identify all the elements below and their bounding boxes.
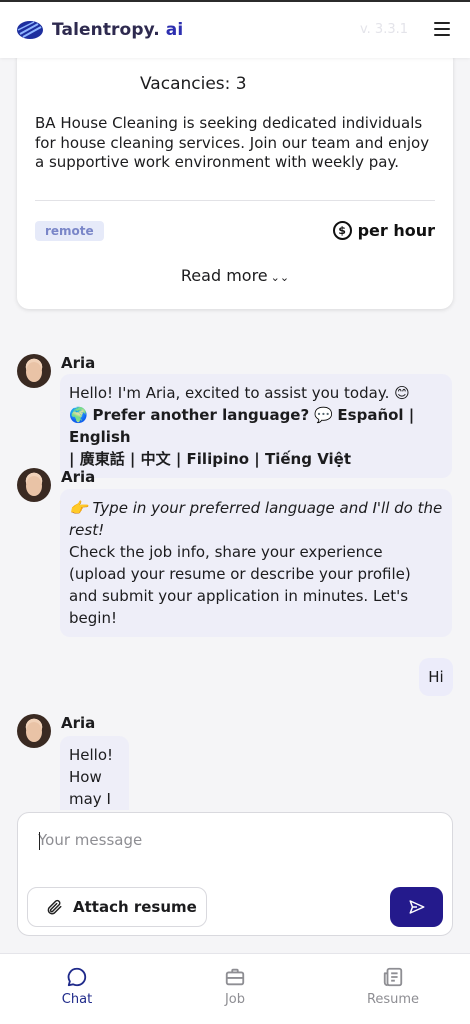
message-composer: Attach resume	[17, 812, 453, 936]
nav-item-resume[interactable]: Resume	[333, 966, 453, 1007]
bottom-nav: Chat Job Resume	[0, 953, 470, 1024]
message-italic: 👉 Type in your preferred language and I'…	[69, 499, 443, 539]
message-line: Hello! I'm Aria, excited to assist you t…	[69, 384, 410, 402]
message-input[interactable]	[38, 831, 418, 849]
vacancies-count: Vacancies: 3	[140, 74, 247, 94]
double-chevron-down-icon: ⌄⌄	[270, 271, 290, 284]
read-more-label: Read more	[180, 266, 268, 285]
send-button[interactable]	[390, 887, 443, 927]
message-line: | 廣東話 | 中文 | Filipino | Tiếng Việt	[69, 448, 443, 470]
read-more-button[interactable]: Read more ⌄⌄	[17, 266, 453, 285]
sender-name: Aria	[61, 354, 96, 372]
avatar	[17, 354, 51, 388]
send-icon	[409, 900, 424, 914]
message-bubble: Hello! I'm Aria, excited to assist you t…	[60, 374, 452, 478]
nav-label: Chat	[61, 992, 93, 1007]
message-body: Check the job info, share your experienc…	[69, 543, 411, 627]
language-options[interactable]: | 廣東話 | 中文 | Filipino | Tiếng Việt	[69, 450, 351, 468]
nav-item-job[interactable]: Job	[175, 966, 295, 1007]
newspaper-icon	[383, 967, 403, 987]
message-line: 🌍 Prefer another language? 💬 Español | E…	[69, 406, 415, 446]
attach-resume-button[interactable]: Attach resume	[27, 887, 207, 927]
top-bar: Talentropy. ai v. 3.3.1	[0, 0, 470, 58]
message-body: Hello! How may I assist you today?	[69, 746, 114, 808]
nav-label: Resume	[366, 992, 420, 1007]
message-bubble: 👉 Type in your preferred language and I'…	[60, 489, 452, 637]
nav-label: Job	[224, 992, 246, 1007]
paperclip-icon	[47, 899, 62, 915]
divider	[35, 200, 435, 201]
hamburger-menu-icon[interactable]	[434, 22, 450, 36]
version-label: v. 3.3.1	[359, 22, 408, 37]
brand-name: Talentropy. ai	[52, 20, 184, 40]
chat-bubble-icon	[67, 967, 87, 987]
avatar	[17, 714, 51, 748]
pay-label: per hour	[357, 221, 435, 240]
job-description: BA House Cleaning is seeking dedicated i…	[35, 114, 430, 171]
sender-name: Aria	[61, 714, 96, 732]
text-caret	[39, 832, 40, 850]
remote-badge: remote	[35, 221, 104, 241]
logo-icon	[17, 21, 43, 39]
attach-resume-label: Attach resume	[73, 898, 197, 916]
briefcase-icon	[225, 968, 245, 986]
avatar	[17, 468, 51, 502]
chat-scroll-area[interactable]: Vacancies: 3 BA House Cleaning is seekin…	[0, 58, 470, 810]
user-message-bubble: Hi	[419, 658, 453, 696]
language-prompt: Prefer another language?	[92, 406, 310, 424]
message-bubble: Hello! How may I assist you today?	[60, 736, 129, 810]
job-card: Vacancies: 3 BA House Cleaning is seekin…	[17, 58, 453, 309]
pay-rate: $ per hour	[332, 221, 435, 240]
nav-item-chat[interactable]: Chat	[17, 966, 137, 1007]
dollar-circle-icon: $	[332, 221, 352, 240]
sender-name: Aria	[61, 468, 96, 486]
